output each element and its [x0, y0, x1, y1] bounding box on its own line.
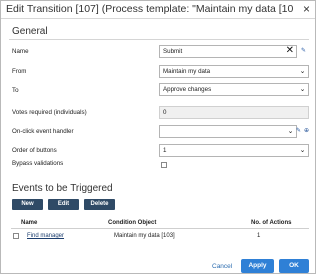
- apply-button[interactable]: Apply: [241, 259, 274, 273]
- chevron-down-icon: ⌄: [287, 128, 294, 135]
- edit-icon[interactable]: ✎: [300, 48, 307, 55]
- votes-label: Votes required (individuals): [12, 109, 87, 116]
- general-divider: [9, 39, 309, 40]
- chevron-down-icon: ⌄: [299, 68, 306, 75]
- cancel-button[interactable]: Cancel: [212, 263, 232, 270]
- edit-icon[interactable]: ✎: [295, 128, 302, 135]
- name-value: Submit: [163, 48, 183, 55]
- column-header-condition: Condition Object: [108, 220, 157, 226]
- event-condition: Maintain my data [103]: [114, 233, 175, 239]
- to-label: To: [12, 87, 19, 94]
- chevron-down-icon: ⌄: [299, 86, 306, 93]
- table-header-divider: [11, 228, 309, 229]
- from-select[interactable]: Maintain my data ⌄: [159, 65, 309, 78]
- title-bar: Edit Transition [107] (Process template:…: [1, 1, 315, 19]
- column-header-name: Name: [21, 220, 38, 226]
- order-label: Order of buttons: [12, 147, 57, 154]
- onclick-select[interactable]: ⌄: [159, 125, 297, 138]
- edit-button[interactable]: Edit: [48, 199, 79, 210]
- dialog-title: Edit Transition [107] (Process template:…: [6, 3, 294, 15]
- bypass-checkbox[interactable]: [161, 162, 167, 168]
- bypass-label: Bypass validations: [12, 160, 64, 167]
- votes-value: 0: [163, 109, 167, 116]
- general-section-title: General: [12, 26, 48, 37]
- close-icon[interactable]: ×: [303, 2, 310, 16]
- clear-icon[interactable]: ✕: [286, 45, 294, 57]
- to-value: Approve changes: [163, 86, 212, 93]
- add-icon[interactable]: ⊕: [303, 128, 310, 135]
- name-label: Name: [12, 48, 29, 55]
- onclick-label: On-click event handler: [12, 128, 74, 135]
- ok-button[interactable]: OK: [279, 259, 309, 273]
- row-checkbox[interactable]: [13, 233, 19, 239]
- events-section-title: Events to be Triggered: [12, 183, 113, 194]
- edit-transition-dialog: Edit Transition [107] (Process template:…: [0, 0, 316, 274]
- from-label: From: [12, 68, 27, 75]
- name-input[interactable]: Submit ✕: [159, 45, 297, 58]
- event-actions-count: 1: [257, 233, 261, 239]
- votes-input: 0: [159, 106, 309, 119]
- order-value: 1: [163, 147, 167, 154]
- new-button[interactable]: New: [12, 199, 43, 210]
- column-header-actions: No. of Actions: [251, 220, 292, 226]
- delete-button[interactable]: Delete: [84, 199, 115, 210]
- order-select[interactable]: 1 ⌄: [159, 144, 309, 157]
- event-name-link[interactable]: Find manager: [27, 233, 64, 239]
- chevron-down-icon: ⌄: [299, 147, 306, 154]
- from-value: Maintain my data: [163, 68, 211, 75]
- to-select[interactable]: Approve changes ⌄: [159, 83, 309, 96]
